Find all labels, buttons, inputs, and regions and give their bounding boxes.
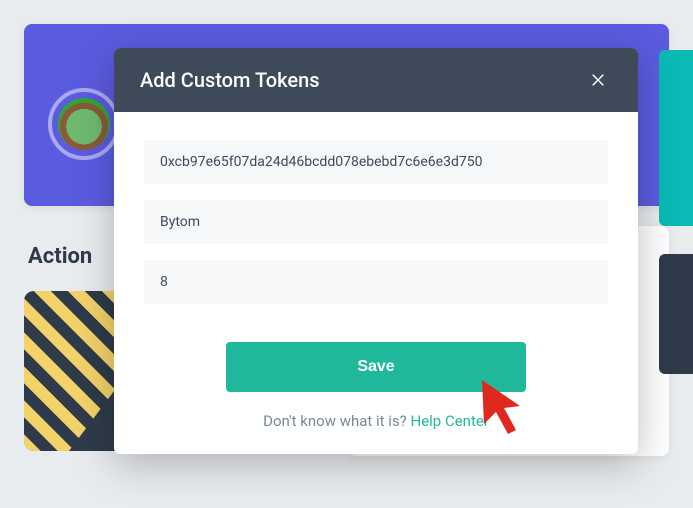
modal-title: Add Custom Tokens bbox=[140, 68, 320, 92]
help-center-link[interactable]: Help Center bbox=[411, 412, 489, 430]
close-button[interactable] bbox=[584, 66, 612, 94]
save-button[interactable]: Save bbox=[226, 342, 526, 392]
modal-header: Add Custom Tokens bbox=[114, 48, 638, 112]
promo-line-2: Tr bbox=[162, 371, 187, 401]
promo-line-1: Se bbox=[159, 340, 189, 370]
add-custom-tokens-modal: Add Custom Tokens Save Don't know what i… bbox=[114, 48, 638, 454]
token-decimals-input[interactable] bbox=[144, 260, 608, 304]
avatar-ring bbox=[48, 88, 120, 160]
side-card-teal bbox=[659, 50, 693, 226]
side-card-dark bbox=[659, 254, 693, 374]
close-icon bbox=[589, 71, 607, 89]
token-address-input[interactable] bbox=[144, 140, 608, 184]
hint-text: Don't know what it is? Help Center bbox=[144, 412, 608, 430]
avatar-icon bbox=[58, 98, 110, 150]
promo-card-text: Se Tr bbox=[159, 340, 189, 402]
hint-prefix: Don't know what it is? bbox=[263, 412, 410, 430]
token-name-input[interactable] bbox=[144, 200, 608, 244]
modal-body: Save Don't know what it is? Help Center bbox=[114, 112, 638, 454]
